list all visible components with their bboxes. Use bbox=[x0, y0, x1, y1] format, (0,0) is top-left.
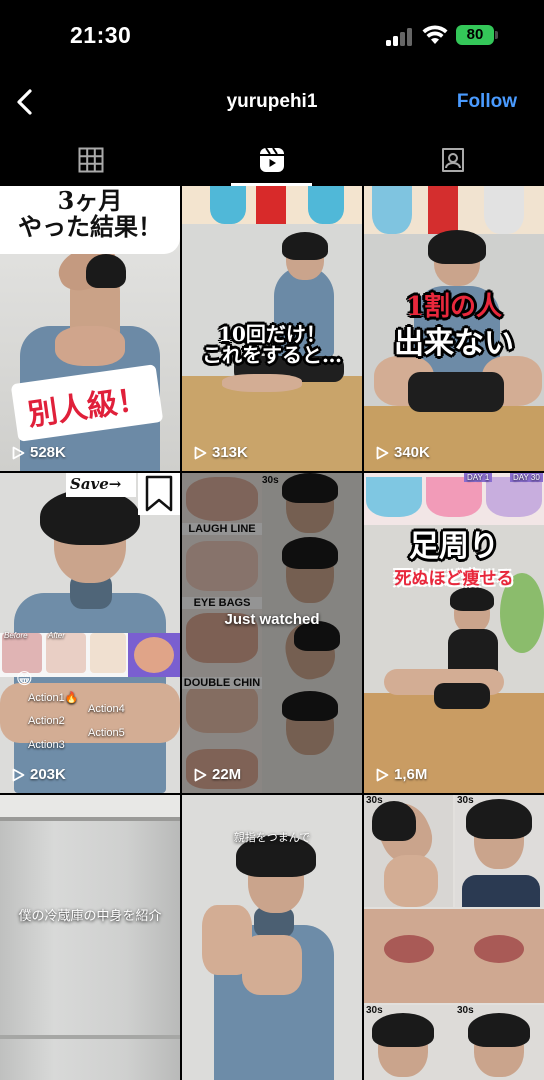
tab-grid[interactable] bbox=[51, 134, 131, 186]
play-icon bbox=[12, 446, 25, 459]
view-count: 340K bbox=[376, 444, 430, 461]
timer-label-3: 30s bbox=[366, 1005, 383, 1016]
wifi-icon bbox=[422, 25, 448, 44]
view-count: 313K bbox=[194, 444, 248, 461]
play-icon bbox=[12, 768, 25, 781]
status-time: 21:30 bbox=[70, 22, 132, 48]
reel-tile-5[interactable]: 30s LAUGH LINE EYE BAGS DOUBLE CHIN Just… bbox=[182, 473, 362, 793]
reel-tile-2[interactable]: 10回だけ！ これをすると… 313K bbox=[182, 186, 362, 471]
day1-label: DAY 1 bbox=[464, 473, 493, 482]
reel-tile-9[interactable]: 30s 30s 30s 30s bbox=[364, 795, 544, 1080]
view-count-label: 340K bbox=[394, 444, 430, 461]
reel-tile-6[interactable]: DAY 1 DAY 30 足周り 死ぬほど痩せる 1,6M bbox=[364, 473, 544, 793]
just-watched-overlay: Just watched bbox=[224, 611, 320, 628]
tile-caption: 親指をつまんで bbox=[233, 832, 311, 844]
tile-caption: 僕の冷蔵庫の中身を紹介 bbox=[18, 908, 162, 923]
tile-caption-line2: 死ぬほど痩せる bbox=[394, 569, 514, 589]
play-icon bbox=[376, 446, 389, 459]
tile-caption-line1: 足周り bbox=[409, 529, 499, 564]
reels-grid: 3ヶ月 やった結果！ 別人級！ 528K 10回だけ！ これをすると… 313K bbox=[0, 186, 544, 1080]
action-label-3: Action3 bbox=[28, 739, 65, 751]
battery-icon: 80 bbox=[456, 25, 494, 45]
after-label: After bbox=[48, 631, 65, 640]
reel-tile-4[interactable]: Save→ Before After 😁 Action1🔥 Action2 Ac… bbox=[0, 473, 180, 793]
signal-icon bbox=[386, 28, 414, 46]
reels-icon bbox=[260, 147, 284, 172]
tab-reels[interactable] bbox=[232, 134, 312, 186]
tab-tagged[interactable] bbox=[413, 134, 493, 186]
view-count: 528K bbox=[12, 444, 66, 461]
save-label: Save→ bbox=[70, 475, 122, 493]
reel-tile-1[interactable]: 3ヶ月 やった結果！ 別人級！ 528K bbox=[0, 186, 180, 471]
before-label: Before bbox=[4, 631, 28, 640]
play-icon bbox=[376, 768, 389, 781]
timer-label-2: 30s bbox=[457, 795, 474, 806]
view-count: 203K bbox=[12, 766, 66, 783]
action-label-2: Action2 bbox=[28, 715, 65, 727]
follow-button[interactable]: Follow bbox=[457, 91, 517, 113]
view-count-label: 203K bbox=[30, 766, 66, 783]
timer-label-1: 30s bbox=[366, 795, 383, 806]
battery-nub bbox=[495, 31, 498, 39]
tile-caption: 10回だけ！ これをすると… bbox=[202, 322, 342, 367]
bookmark-icon bbox=[145, 475, 173, 512]
view-count-label: 313K bbox=[212, 444, 248, 461]
play-icon bbox=[194, 768, 207, 781]
view-count-label: 528K bbox=[30, 444, 66, 461]
play-icon bbox=[194, 446, 207, 459]
reel-tile-3[interactable]: 1割の人 出来ない 340K bbox=[364, 186, 544, 471]
action-label-5: Action5 bbox=[88, 727, 125, 739]
view-count-label: 22M bbox=[212, 766, 242, 783]
action-label-4: Action4 bbox=[88, 703, 125, 715]
emoji-grin: 😁 bbox=[16, 671, 33, 688]
reel-tile-7[interactable]: 僕の冷蔵庫の中身を紹介 bbox=[0, 795, 180, 1080]
action-label-1: Action1🔥 bbox=[28, 692, 79, 704]
timer-label-4: 30s bbox=[457, 1005, 474, 1016]
profile-tabs bbox=[0, 134, 544, 186]
view-count: 22M bbox=[194, 766, 241, 783]
grid-icon bbox=[78, 147, 104, 173]
profile-header: yurupehi1 Follow bbox=[0, 72, 544, 134]
day30-label: DAY 30 bbox=[510, 473, 543, 482]
view-count-label: 1,6M bbox=[394, 766, 428, 783]
tagged-icon bbox=[442, 148, 464, 172]
tile-caption-line2: 出来ない bbox=[394, 326, 514, 361]
tile-caption-top: 3ヶ月 やった結果！ bbox=[18, 186, 162, 242]
status-bar: 21:30 80 bbox=[0, 0, 544, 72]
reel-tile-8[interactable]: 親指をつまんで bbox=[182, 795, 362, 1080]
view-count: 1,6M bbox=[376, 766, 427, 783]
tile-caption-line1: 1割の人 bbox=[405, 292, 503, 322]
